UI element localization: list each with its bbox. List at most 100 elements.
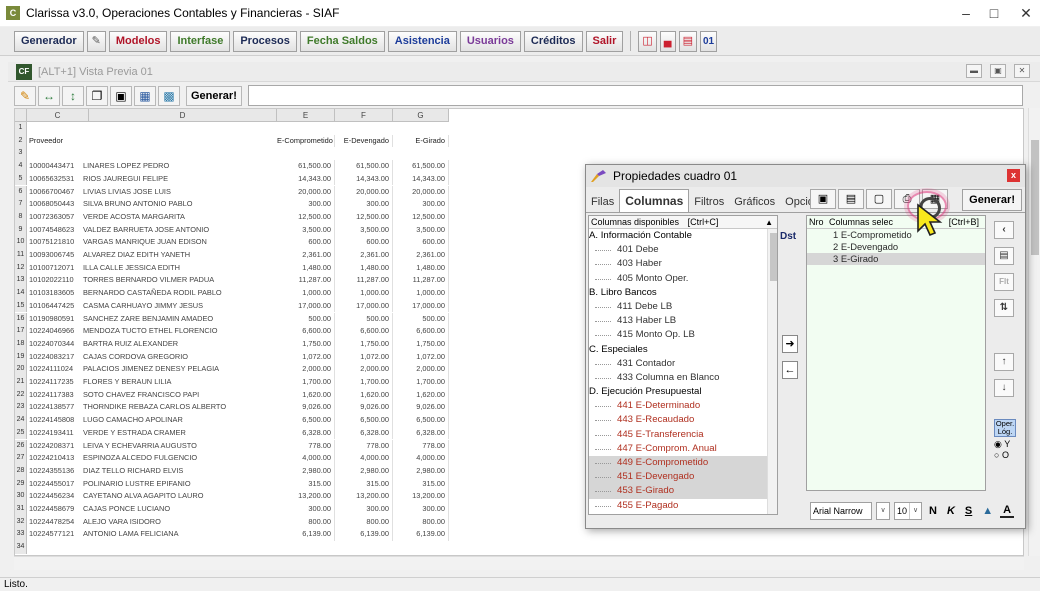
column-header-d[interactable]: D [89,109,277,122]
e-devengado-cell[interactable]: 1,072.00 [335,350,393,364]
ruc-cell[interactable]: 10106447425 [29,300,89,313]
name-cell[interactable]: LEIVA Y ECHEVARRIA AUGUSTO [83,440,277,453]
available-columns-pane[interactable]: Columnas disponibles [Ctrl+C] ▲ A. Infor… [588,215,778,515]
name-cell[interactable]: TORRES BERNARDO VILMER PADUA [83,274,277,287]
e-devengado-cell[interactable]: 1,750.00 [335,337,393,351]
folder-icon[interactable]: ✎ [86,30,106,52]
generador-button[interactable]: Generador [14,30,84,52]
ruc-cell[interactable]: 10190980591 [29,313,89,326]
filter-icon[interactable]: Flt [994,273,1014,291]
name-cell[interactable]: DIAZ TELLO RICHARD ELVIS [83,465,277,478]
e-devengado-cell[interactable]: 11,287.00 [335,274,393,288]
tree-group[interactable]: D. Ejecución Presupuestal [589,385,767,399]
ruc-cell[interactable]: 10093006745 [29,249,89,262]
remove-column-arrow-button[interactable]: ← [782,361,798,379]
row-number[interactable]: 17 [15,325,27,338]
e-girado-cell[interactable]: 12,500.00 [393,210,449,224]
row-number[interactable]: 1 [15,122,27,135]
row-number[interactable]: 16 [15,312,27,326]
fecha-saldos-button[interactable]: Fecha Saldos [299,30,385,52]
e-girado-cell[interactable]: 3,500.00 [393,223,449,237]
ruc-cell[interactable]: 10224355136 [29,465,89,478]
e-girado-cell[interactable]: 6,500.00 [393,414,449,427]
name-cell[interactable]: VERDE ACOSTA MARGARITA [83,211,277,224]
tree-item[interactable]: 445 E-Transferencia [589,428,767,442]
name-cell[interactable]: ANTONIO LAMA FELICIANA [83,528,277,541]
tree-group[interactable]: A. Información Contable [589,229,767,243]
font-color-icon[interactable]: A [1000,504,1015,518]
properties-icon[interactable]: ▤ [994,247,1014,265]
e-girado-cell[interactable]: 500.00 [393,312,449,326]
window-icon[interactable]: ▢ [866,189,892,209]
e-girado-cell[interactable]: 300.00 [393,198,449,211]
move-up-arrow-button[interactable]: ↑ [994,353,1014,371]
table-row[interactable]: 30 10224456234 CAYETANO ALVA AGAPITO LAURO… [15,490,485,503]
tree-scrollbar[interactable] [767,229,777,514]
e-comprometido-cell[interactable]: 14,343.00 [277,172,335,186]
table-row[interactable]: 20 10224111024 PALACIOS JIMENEZ DENESY PEL… [15,363,485,376]
e-devengado-cell[interactable]: 3,500.00 [335,223,393,237]
e-comprometido-cell[interactable]: 1,480.00 [277,261,335,275]
e-devengado-cell[interactable]: 17,000.00 [335,299,393,313]
horizontal-arrows-icon[interactable]: ↔ [38,85,60,106]
ruc-cell[interactable]: 10224083217 [29,351,89,364]
ruc-cell[interactable]: 10224210413 [29,452,89,465]
e-girado-cell[interactable]: 1,072.00 [393,350,449,364]
header-e-comprometido[interactable]: E-Comprometido [277,134,335,148]
table-row[interactable]: 3 [15,147,485,161]
e-comprometido-cell[interactable]: 11,287.00 [277,274,335,288]
table-row[interactable]: 26 10224208371 LEIVA Y ECHEVARRIA AUGUSTO 7… [15,439,485,453]
sheet-horizontal-scrollbar[interactable] [14,556,1024,570]
table-row[interactable]: 25 10224193411 VERDE Y ESTRADA CRAMER 6,328… [15,426,485,440]
table-row[interactable]: 12 10100712071 ILLA CALLE JESSICA EDITH 1,4… [15,261,485,275]
row-number[interactable]: 4 [15,160,27,173]
ruc-cell[interactable]: 10224117235 [29,376,89,389]
ruc-cell[interactable]: 10103183605 [29,287,89,300]
e-comprometido-cell[interactable]: 778.00 [277,439,335,453]
table-row[interactable]: 27 10224210413 ESPINOZA ALCEDO FULGENCIO 4,… [15,452,485,465]
e-comprometido-cell[interactable]: 300.00 [277,503,335,516]
tree-item[interactable]: 457 E-Rendido [589,513,767,515]
procesos-button[interactable]: Procesos [233,30,297,52]
e-devengado-cell[interactable]: 778.00 [335,439,393,453]
e-girado-cell[interactable]: 315.00 [393,477,449,491]
e-girado-cell[interactable]: 778.00 [393,439,449,453]
tree-item[interactable]: 455 E-Pagado [589,499,767,513]
ruc-cell[interactable]: 10224208371 [29,440,89,453]
oper-log-button[interactable]: Oper. Lóg. [994,419,1016,437]
row-number[interactable]: 12 [15,261,27,275]
e-comprometido-cell[interactable]: 1,620.00 [277,388,335,402]
row-number[interactable]: 19 [15,350,27,364]
creditos-button[interactable]: Créditos [523,30,583,52]
row-number[interactable]: 34 [15,541,27,554]
e-comprometido-cell[interactable]: 1,000.00 [277,287,335,300]
table-row[interactable]: 10 10075121810 VARGAS MANRIQUE JUAN EDISON… [15,236,485,249]
e-girado-cell[interactable]: 61,500.00 [393,160,449,173]
row-number[interactable]: 23 [15,401,27,415]
row-number[interactable]: 32 [15,515,27,529]
ruc-cell[interactable]: 10224111024 [29,363,89,376]
e-comprometido-cell[interactable]: 6,600.00 [277,325,335,338]
table-row[interactable]: 1 [15,122,485,135]
e-comprometido-cell[interactable]: 4,000.00 [277,452,335,465]
e-girado-cell[interactable]: 600.00 [393,236,449,249]
table-row[interactable]: 17 10224046966 MENDOZA TUCTO ETHEL FLORENC… [15,325,485,338]
name-cell[interactable]: LUGO CAMACHO APOLINAR [83,414,277,427]
e-comprometido-cell[interactable]: 2,000.00 [277,363,335,376]
add-column-arrow-button[interactable]: ➜ [782,335,798,353]
ruc-cell[interactable]: 10075121810 [29,236,89,249]
radio-y[interactable]: ◉ Y [994,440,1010,449]
name-cell[interactable]: LIVIAS LIVIAS JOSE LUIS [83,186,277,199]
name-cell[interactable]: SANCHEZ ZARE BENJAMIN AMADEO [83,313,277,326]
sort-icon[interactable]: ⇅ [994,299,1014,317]
row-number[interactable]: 3 [15,147,27,161]
table-row[interactable]: 21 10224117235 FLORES Y BERAUN LILIA 1,700.… [15,376,485,389]
e-girado-cell[interactable]: 20,000.00 [393,185,449,199]
e-comprometido-cell[interactable]: 20,000.00 [277,185,335,199]
tree-item[interactable]: 433 Columna en Blanco [589,371,767,385]
header-e-devengado[interactable]: E-Devengado [335,134,393,148]
name-cell[interactable]: MENDOZA TUCTO ETHEL FLORENCIO [83,325,277,338]
tree-scroll-thumb[interactable] [770,233,777,281]
e-comprometido-cell[interactable]: 2,361.00 [277,249,335,262]
dialog-close-button[interactable]: x [1007,169,1020,182]
